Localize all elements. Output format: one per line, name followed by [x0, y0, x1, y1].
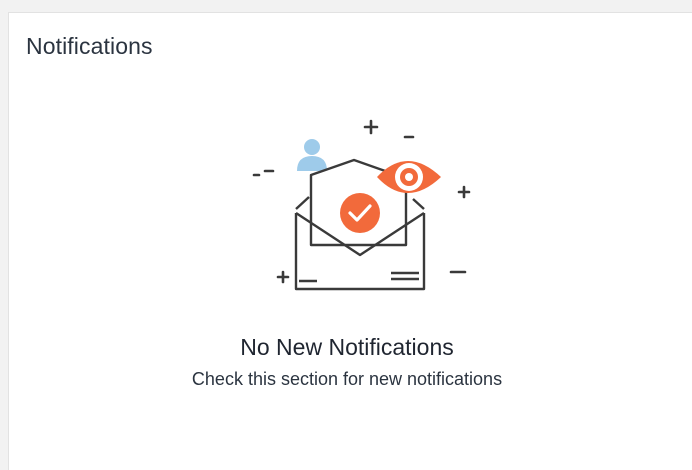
empty-notifications-illustration: [252, 119, 471, 291]
empty-state-subtitle: Check this section for new notifications: [191, 369, 503, 389]
check-circle-icon: [340, 193, 380, 233]
notifications-panel: Notifications No New Notifications Check…: [8, 12, 692, 470]
panel-title: Notifications: [26, 33, 153, 59]
user-icon: [297, 139, 327, 171]
empty-state-title: No New Notifications: [240, 334, 454, 360]
